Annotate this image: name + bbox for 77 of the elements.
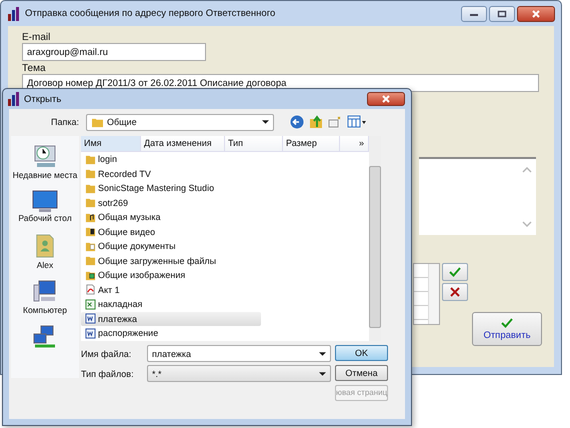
spreadsheet-file-icon xyxy=(85,298,96,310)
filetype-label: Тип файлов: xyxy=(81,368,135,378)
send-button[interactable]: Отправить xyxy=(472,312,542,346)
check-icon xyxy=(501,318,513,328)
file-item[interactable]: SonicStage Mastering Studio xyxy=(81,181,261,196)
document-file-icon xyxy=(85,328,96,339)
filetype-dropdown[interactable]: *.* xyxy=(147,365,331,382)
cross-icon xyxy=(450,287,460,297)
user-folder-icon xyxy=(34,232,56,260)
folder-icon xyxy=(85,226,96,238)
file-item[interactable]: Общие загруженные файлы xyxy=(81,254,261,268)
column-header[interactable]: Размер xyxy=(283,136,340,151)
email-label: E-mail xyxy=(22,32,52,43)
folder-icon xyxy=(85,197,96,208)
desktop-icon xyxy=(30,189,60,213)
up-folder-icon[interactable] xyxy=(309,115,323,129)
file-item[interactable]: login xyxy=(81,152,261,166)
view-menu-icon[interactable] xyxy=(347,115,367,129)
place-item[interactable]: Alex xyxy=(34,232,56,271)
file-item[interactable]: Общие документы xyxy=(81,239,261,254)
folder-icon xyxy=(85,182,96,194)
column-header[interactable]: Имя xyxy=(81,136,141,151)
folder-label: Папка: xyxy=(50,117,79,127)
new-folder-icon[interactable] xyxy=(328,115,342,129)
file-item[interactable]: sotr269 xyxy=(81,196,261,210)
back-icon[interactable] xyxy=(290,115,304,129)
scroll-down-icon[interactable] xyxy=(522,221,532,227)
close-button[interactable] xyxy=(517,6,555,22)
close-icon xyxy=(531,10,541,18)
place-item[interactable]: Рабочий стол xyxy=(18,189,72,224)
filename-field[interactable]: платежка xyxy=(147,345,331,362)
folder-icon xyxy=(85,255,96,266)
place-item[interactable]: Компьютер xyxy=(23,279,67,316)
folder-icon xyxy=(85,168,96,180)
bar-chart-icon xyxy=(7,92,21,106)
file-item[interactable]: Общие изображения xyxy=(81,268,261,282)
folder-icon xyxy=(85,240,96,252)
filename-label: Имя файла: xyxy=(81,348,132,358)
scroll-up-icon[interactable] xyxy=(522,167,532,173)
file-item[interactable]: Recorded TV xyxy=(81,166,261,181)
dialog-button[interactable]: Отмена xyxy=(335,365,388,381)
column-header[interactable]: Дата изменения xyxy=(141,136,225,151)
file-item[interactable]: Акт 1 xyxy=(81,282,261,297)
folder-icon xyxy=(85,154,96,165)
cancel-button[interactable] xyxy=(442,283,468,301)
column-header[interactable]: Тип xyxy=(225,136,283,151)
folder-icon xyxy=(91,116,104,128)
bar-chart-icon xyxy=(7,6,21,20)
dialog-button[interactable]: OK xyxy=(335,345,388,361)
dropdown-arrow-icon xyxy=(262,120,269,124)
file-item[interactable]: распоряжение xyxy=(81,326,261,340)
attachment-list[interactable] xyxy=(413,263,440,325)
file-item[interactable]: накладная xyxy=(81,297,261,312)
check-icon xyxy=(449,267,461,277)
maximize-button[interactable] xyxy=(489,6,515,22)
dropdown-arrow-icon xyxy=(319,372,326,376)
document-file-icon xyxy=(85,313,96,324)
place-item[interactable]: Недавние места xyxy=(12,142,78,181)
file-item[interactable]: Общие видео xyxy=(81,224,261,239)
folder-icon xyxy=(85,212,96,223)
folder-icon xyxy=(85,270,96,281)
window-title: Отправка сообщения по адресу первого Ответственного xyxy=(25,8,276,19)
file-item[interactable]: Общая музыка xyxy=(81,210,261,224)
folder-dropdown[interactable]: Общие xyxy=(86,114,274,130)
email-field[interactable]: araxgroup@mail.ru xyxy=(22,43,206,61)
dropdown-arrow-icon xyxy=(319,352,326,356)
pdf-file-icon xyxy=(85,284,96,296)
subject-label: Тема xyxy=(22,63,47,74)
close-icon xyxy=(381,95,391,103)
scrollbar[interactable] xyxy=(428,264,439,324)
maximize-icon xyxy=(497,10,507,18)
file-item[interactable]: платежка xyxy=(81,312,261,326)
minimize-button[interactable] xyxy=(461,6,487,22)
confirm-button[interactable] xyxy=(442,263,468,281)
close-button[interactable] xyxy=(367,92,405,106)
dialog-title: Открыть xyxy=(24,94,62,104)
message-field[interactable] xyxy=(419,157,536,235)
